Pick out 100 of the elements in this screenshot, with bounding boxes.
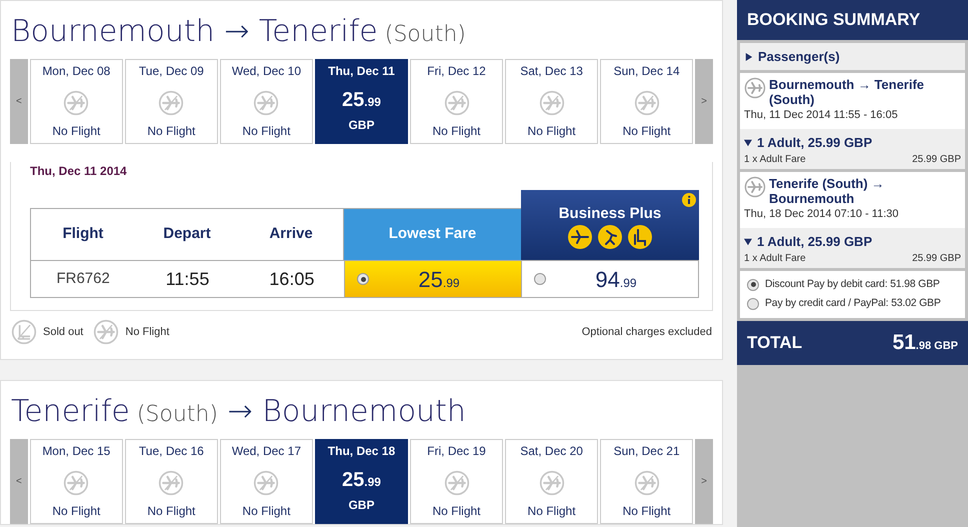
no-flight-label: No Flight (432, 503, 481, 520)
column-header: Flight (62, 224, 104, 244)
no-flight-icon (158, 90, 184, 116)
previous-week-button[interactable]: < (10, 439, 28, 524)
date-label: Sun, Dec 21 (614, 443, 680, 460)
fare-label: Business Plus (558, 206, 662, 221)
date-tile[interactable]: Wed, Dec 10 No Flight (220, 59, 313, 144)
caret-down-icon (744, 139, 752, 148)
date-heading: Thu, Dec 11 2014 (30, 163, 128, 180)
info-icon[interactable] (682, 193, 696, 207)
arrive-time: 16:05 (268, 268, 316, 290)
no-flight-label: No Flight (52, 503, 100, 520)
no-flight-icon (634, 90, 660, 116)
passengers-toggle[interactable]: Passenger(s) (740, 43, 965, 70)
date-tile[interactable]: Tue, Dec 16 No Flight (124, 439, 218, 524)
date-label: Thu, Dec 11 (328, 63, 395, 80)
flight-number: FR6762 (55, 268, 111, 289)
fare-toggle[interactable]: 1 Adult, 25.99 GBP (744, 232, 961, 251)
leg-route: Tenerife (South) → Bournemouth (769, 176, 886, 206)
leg-times: Thu, 11 Dec 2014 11:55 - 16:05 (744, 108, 899, 123)
seat-icon (11, 319, 37, 345)
date-label: Sat, Dec 13 (520, 63, 583, 80)
legend-label: No Flight (125, 324, 170, 340)
fare-price: 94.99 (594, 266, 638, 294)
date-tile[interactable]: Sun, Dec 21 No Flight (600, 439, 694, 524)
no-flight-label: No Flight (242, 123, 290, 140)
date-tile[interactable]: Mon, Dec 08 No Flight (30, 59, 123, 144)
previous-week-button[interactable]: < (10, 59, 28, 144)
fare-toggle[interactable]: 1 Adult, 25.99 GBP (744, 132, 961, 152)
no-flight-label: No Flight (622, 503, 671, 520)
radio-button[interactable] (357, 273, 369, 285)
no-flight-icon (158, 470, 184, 496)
no-flight-icon (253, 90, 280, 116)
date-label: Thu, Dec 18 (328, 443, 396, 460)
price: 25.99 (342, 90, 381, 110)
date-label: Fri, Dec 12 (427, 63, 486, 80)
next-week-button[interactable]: > (695, 439, 713, 524)
no-flight-icon (93, 319, 120, 345)
column-header: Depart (162, 224, 212, 244)
caret-down-icon (744, 238, 752, 246)
no-flight-icon (444, 470, 470, 496)
no-flight-icon (538, 90, 565, 116)
payment-option-label: Discount Pay by debit card: 51.98 GBP (765, 277, 940, 292)
date-label: Wed, Dec 17 (232, 443, 301, 460)
no-flight-icon (538, 470, 565, 496)
date-tile[interactable]: Thu, Dec 18 25.99 GBP (314, 439, 408, 524)
fare-line: 1 x Adult Fare (744, 252, 806, 266)
leg-times: Thu, 18 Dec 2014 07:10 - 11:30 (744, 207, 900, 222)
plane-icon (568, 225, 592, 249)
plane-icon (744, 77, 766, 99)
date-label: Mon, Dec 15 (42, 443, 110, 460)
column-header: Arrive (268, 224, 314, 244)
total-label: TOTAL (747, 332, 802, 354)
route-title: Bournemouth → Tenerife (South) (11, 17, 467, 47)
date-tile[interactable]: Sat, Dec 20 No Flight (505, 439, 598, 524)
no-flight-label: No Flight (528, 503, 576, 520)
date-label: Fri, Dec 19 (427, 443, 486, 460)
no-flight-icon (253, 470, 280, 496)
no-flight-icon (63, 470, 90, 496)
no-flight-icon (444, 90, 470, 116)
no-flight-label: No Flight (622, 123, 671, 140)
date-label: Wed, Dec 10 (232, 63, 301, 80)
fare-header: Lowest Fare (344, 208, 521, 260)
currency: GBP (348, 497, 374, 514)
date-tile[interactable]: Fri, Dec 19 No Flight (410, 439, 504, 524)
date-label: Tue, Dec 16 (138, 443, 204, 460)
fare-amount: 25.99 GBP (912, 153, 961, 167)
radio-button[interactable] (747, 298, 759, 310)
radio-button[interactable] (534, 273, 546, 285)
fare-price: 25.99 (417, 266, 461, 294)
date-label: Mon, Dec 08 (42, 63, 110, 80)
payment-option-label: Pay by credit card / PayPal: 53.02 GBP (765, 296, 941, 311)
no-flight-label: No Flight (147, 123, 196, 140)
fare-line: 1 x Adult Fare (744, 153, 806, 167)
no-flight-label: No Flight (147, 503, 196, 520)
no-flight-icon (634, 470, 660, 496)
next-week-button[interactable]: > (695, 59, 713, 144)
date-tile[interactable]: Fri, Dec 12 No Flight (410, 59, 504, 144)
date-tile[interactable]: Sun, Dec 14 No Flight (600, 59, 694, 144)
date-label: Sun, Dec 14 (614, 63, 680, 80)
date-tile[interactable]: Thu, Dec 11 25.99 GBP (314, 59, 408, 144)
currency: GBP (348, 117, 374, 134)
date-tile[interactable]: Mon, Dec 15 No Flight (30, 439, 123, 524)
summary-header: BOOKING SUMMARY (737, 0, 968, 40)
date-tile[interactable]: Wed, Dec 17 No Flight (220, 439, 313, 524)
fare-option[interactable]: 25.99 (344, 261, 521, 297)
legend-label: Sold out (43, 324, 84, 340)
date-tile[interactable]: Tue, Dec 09 No Flight (124, 59, 218, 144)
total-amount: 51.98 GBP (892, 330, 958, 356)
radio-button[interactable] (747, 278, 759, 291)
no-flight-icon (63, 90, 90, 116)
price: 25.99 (342, 470, 381, 490)
leg-route: Bournemouth → Tenerife (South) (769, 77, 926, 107)
charges-note: Optional charges excluded (582, 324, 712, 340)
no-flight-label: No Flight (528, 123, 576, 140)
depart-time: 11:55 (164, 268, 210, 290)
route-title: Tenerife (South) → Bournemouth (11, 397, 467, 427)
caret-right-icon (745, 52, 753, 60)
date-label: Tue, Dec 09 (138, 63, 204, 80)
date-tile[interactable]: Sat, Dec 13 No Flight (505, 59, 598, 144)
